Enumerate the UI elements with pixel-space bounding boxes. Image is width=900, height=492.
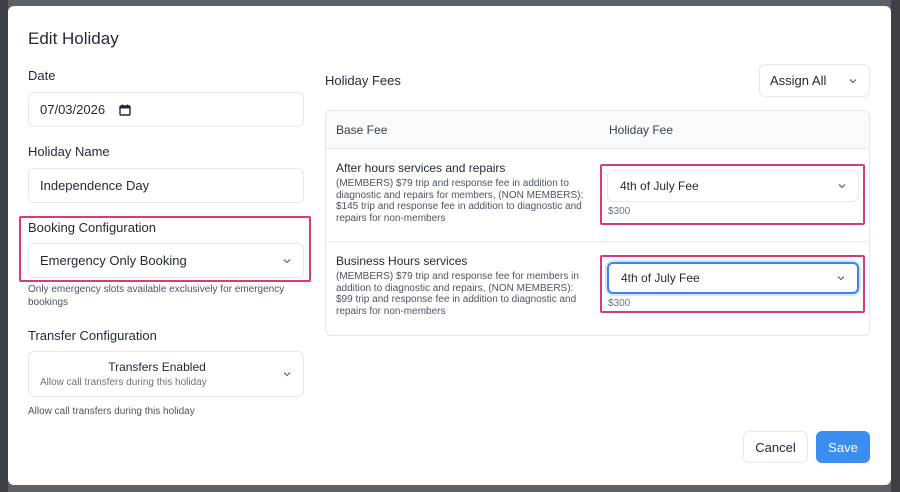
holiday-name-value: Independence Day <box>40 178 150 193</box>
transfer-sub: Allow call transfers during this holiday <box>40 377 207 388</box>
assign-all-label: Assign All <box>770 73 827 88</box>
booking-value: Emergency Only Booking <box>40 253 187 268</box>
transfer-label: Transfer Configuration <box>28 328 157 343</box>
row-description: (MEMBERS) $79 trip and response fee for … <box>336 271 579 318</box>
table-header: Base Fee Holiday Fee <box>326 111 869 149</box>
row-name: After hours services and repairs <box>336 161 506 175</box>
calendar-icon[interactable] <box>119 104 131 116</box>
column-header-base-fee: Base Fee <box>336 123 388 137</box>
transfer-select[interactable]: Transfers Enabled Allow call transfers d… <box>28 351 304 397</box>
backdrop-strip <box>891 0 900 492</box>
date-value: 07/03/2026 <box>40 102 106 117</box>
transfer-value: Transfers Enabled <box>108 360 206 374</box>
row-description: (MEMBERS) $79 trip and response fee in a… <box>336 178 584 225</box>
transfer-hint: Allow call transfers during this holiday <box>28 406 195 417</box>
save-button[interactable]: Save <box>816 431 870 463</box>
modal-title: Edit Holiday <box>28 29 119 48</box>
holiday-name-input[interactable]: Independence Day <box>28 168 304 203</box>
holiday-fees-title: Holiday Fees <box>325 73 401 88</box>
date-label: Date <box>28 68 56 83</box>
booking-label: Booking Configuration <box>28 220 156 235</box>
booking-select[interactable]: Emergency Only Booking <box>28 243 304 278</box>
chevron-down-icon <box>282 369 292 379</box>
assign-all-button[interactable]: Assign All <box>759 64 870 97</box>
row-name: Business Hours services <box>336 254 468 268</box>
fee-highlight <box>600 255 865 313</box>
date-input[interactable]: 07/03/2026 <box>28 92 304 127</box>
booking-hint: Only emergency slots available exclusive… <box>28 284 285 308</box>
fee-highlight <box>600 164 865 225</box>
chevron-down-icon <box>848 76 858 86</box>
chevron-down-icon <box>282 256 292 266</box>
cancel-button[interactable]: Cancel <box>743 431 808 463</box>
column-header-holiday-fee: Holiday Fee <box>609 123 674 137</box>
edit-holiday-modal: Edit Holiday Date 07/03/2026 Holiday Nam… <box>8 6 891 485</box>
holiday-name-label: Holiday Name <box>28 144 110 159</box>
backdrop-strip <box>0 0 8 492</box>
